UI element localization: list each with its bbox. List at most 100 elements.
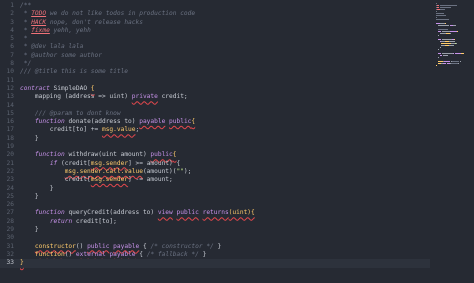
code-token: * bbox=[20, 26, 32, 34]
code-line[interactable]: 2 * TODO we do not like todos in product… bbox=[0, 10, 430, 18]
line-number: 17 bbox=[6, 126, 14, 134]
line-number: 26 bbox=[6, 201, 14, 209]
line-number: 19 bbox=[6, 143, 14, 151]
code-token: external bbox=[75, 250, 106, 258]
code-token: /// @param to dont know bbox=[20, 109, 121, 117]
code-token: donate(address to) bbox=[64, 118, 140, 126]
code-line[interactable]: 12 contract SimpleDAO { bbox=[0, 85, 430, 93]
line-number: 21 bbox=[6, 159, 14, 167]
minimap-line bbox=[441, 31, 451, 32]
code-line[interactable]: 14 bbox=[0, 102, 430, 110]
code-token: ] -= amount; bbox=[128, 176, 173, 184]
code-line[interactable]: 15 /// @param to dont know bbox=[0, 110, 430, 118]
minimap-line bbox=[436, 19, 450, 20]
line-number: 6 bbox=[10, 43, 14, 51]
line-number: 30 bbox=[6, 234, 14, 242]
code-token: (uint){ bbox=[228, 209, 255, 217]
code-token: /* constructor */ bbox=[150, 242, 214, 250]
code-line[interactable]: 7 * @author some author bbox=[0, 52, 430, 60]
code-token: } bbox=[20, 184, 54, 192]
code-line[interactable]: 31 constructor() public payable { /* con… bbox=[0, 243, 430, 251]
code-line[interactable]: 17 credit[to] += msg.value; bbox=[0, 126, 430, 134]
code-token: } bbox=[20, 134, 39, 142]
code-line[interactable]: 16 function donate(address to) payable p… bbox=[0, 118, 430, 126]
code-token: credit[to] += bbox=[20, 126, 102, 134]
line-number: 24 bbox=[6, 184, 14, 192]
code-token: payable bbox=[113, 242, 140, 250]
code-line[interactable]: 18 } bbox=[0, 135, 430, 143]
code-token: (amount)( bbox=[142, 167, 177, 175]
code-token: credit[to]; bbox=[72, 217, 117, 225]
line-number: 8 bbox=[10, 60, 14, 68]
code-line[interactable]: 3 * HACK nope, don't release hacks bbox=[0, 19, 430, 27]
code-editor[interactable]: 1/** 2 * TODO we do not like todos in pro… bbox=[0, 0, 474, 283]
minimap-line bbox=[437, 31, 442, 32]
code-token: returns bbox=[202, 209, 229, 217]
code-token: ] >= amount) { bbox=[128, 159, 181, 167]
code-token: function bbox=[34, 250, 65, 258]
code-token: } bbox=[213, 242, 222, 250]
code-token: msg.sender bbox=[90, 176, 129, 184]
code-line[interactable]: 24 } bbox=[0, 185, 430, 193]
minimap-line bbox=[437, 39, 442, 40]
code-line[interactable]: 5 * bbox=[0, 35, 430, 43]
minimap-line bbox=[441, 43, 451, 44]
code-token: return bbox=[49, 217, 73, 225]
code-line[interactable]: 30 bbox=[0, 234, 430, 242]
minimap-line bbox=[449, 41, 456, 42]
line-number: 15 bbox=[6, 109, 14, 117]
code-line[interactable]: 6 * @dev lala lala bbox=[0, 43, 430, 51]
code-token: function bbox=[34, 209, 65, 217]
minimap-line bbox=[437, 29, 449, 30]
minimap-line bbox=[442, 63, 447, 64]
code-token: } bbox=[20, 226, 39, 234]
code-token: /// @title this is some title bbox=[20, 68, 129, 76]
code-line[interactable]: 21 if (credit[msg.sender] >= amount) { bbox=[0, 160, 430, 168]
code-line[interactable]: 33} bbox=[0, 259, 430, 268]
code-line[interactable]: 10 /// @title this is some title bbox=[0, 68, 430, 76]
code-token: (credit[ bbox=[57, 159, 91, 167]
line-number: 2 bbox=[10, 10, 14, 18]
code-line[interactable]: 13 mapping (address => uint) private cre… bbox=[0, 93, 430, 101]
code-token: view bbox=[157, 209, 173, 217]
line-number: 22 bbox=[6, 167, 14, 175]
minimap-line bbox=[451, 63, 458, 64]
code-token: { bbox=[172, 151, 177, 159]
line-number: 32 bbox=[6, 250, 14, 258]
code-token: { bbox=[139, 242, 151, 250]
line-number: 29 bbox=[6, 226, 14, 234]
line-number: 31 bbox=[6, 242, 14, 250]
minimap-line bbox=[455, 43, 457, 44]
minimap-line bbox=[441, 53, 453, 54]
line-number: 4 bbox=[10, 26, 14, 34]
code-token: msg.sender bbox=[90, 159, 129, 167]
code-token: HACK bbox=[31, 18, 47, 26]
minimap-line bbox=[436, 3, 438, 4]
minimap-line bbox=[440, 9, 445, 10]
code-token: function bbox=[34, 151, 65, 159]
code-line[interactable]: 27 function queryCredit(address to) view… bbox=[0, 209, 430, 217]
code-token: TODO bbox=[31, 10, 47, 18]
minimap-line bbox=[436, 13, 444, 14]
code-line[interactable]: 25 } bbox=[0, 193, 430, 201]
code-line[interactable]: 23 credit[msg.sender] -= amount; bbox=[0, 176, 430, 184]
line-number: 23 bbox=[6, 176, 14, 184]
code-line[interactable]: 11 bbox=[0, 77, 430, 85]
code-line[interactable]: 32 function() external payable { /* fall… bbox=[0, 251, 430, 259]
code-line[interactable]: 4 * fixme yehh, yehh bbox=[0, 27, 430, 35]
code-token: } bbox=[20, 259, 24, 267]
code-token: } bbox=[198, 250, 207, 258]
minimap-line bbox=[439, 7, 451, 8]
code-area[interactable]: 1/** 2 * TODO we do not like todos in pro… bbox=[0, 2, 430, 268]
code-token: * bbox=[20, 18, 32, 26]
code-line[interactable]: 28 return credit[to]; bbox=[0, 218, 430, 226]
code-line[interactable]: 20 function withdraw(uint amount) public… bbox=[0, 151, 430, 159]
code-line[interactable]: 22 msg.sender.call.value(amount)(""); bbox=[0, 168, 430, 176]
minimap[interactable] bbox=[434, 0, 474, 283]
code-token: we do not like todos in production code bbox=[46, 10, 196, 18]
code-line[interactable]: 29 } bbox=[0, 226, 430, 234]
code-token: queryCredit(address to) bbox=[64, 209, 158, 217]
